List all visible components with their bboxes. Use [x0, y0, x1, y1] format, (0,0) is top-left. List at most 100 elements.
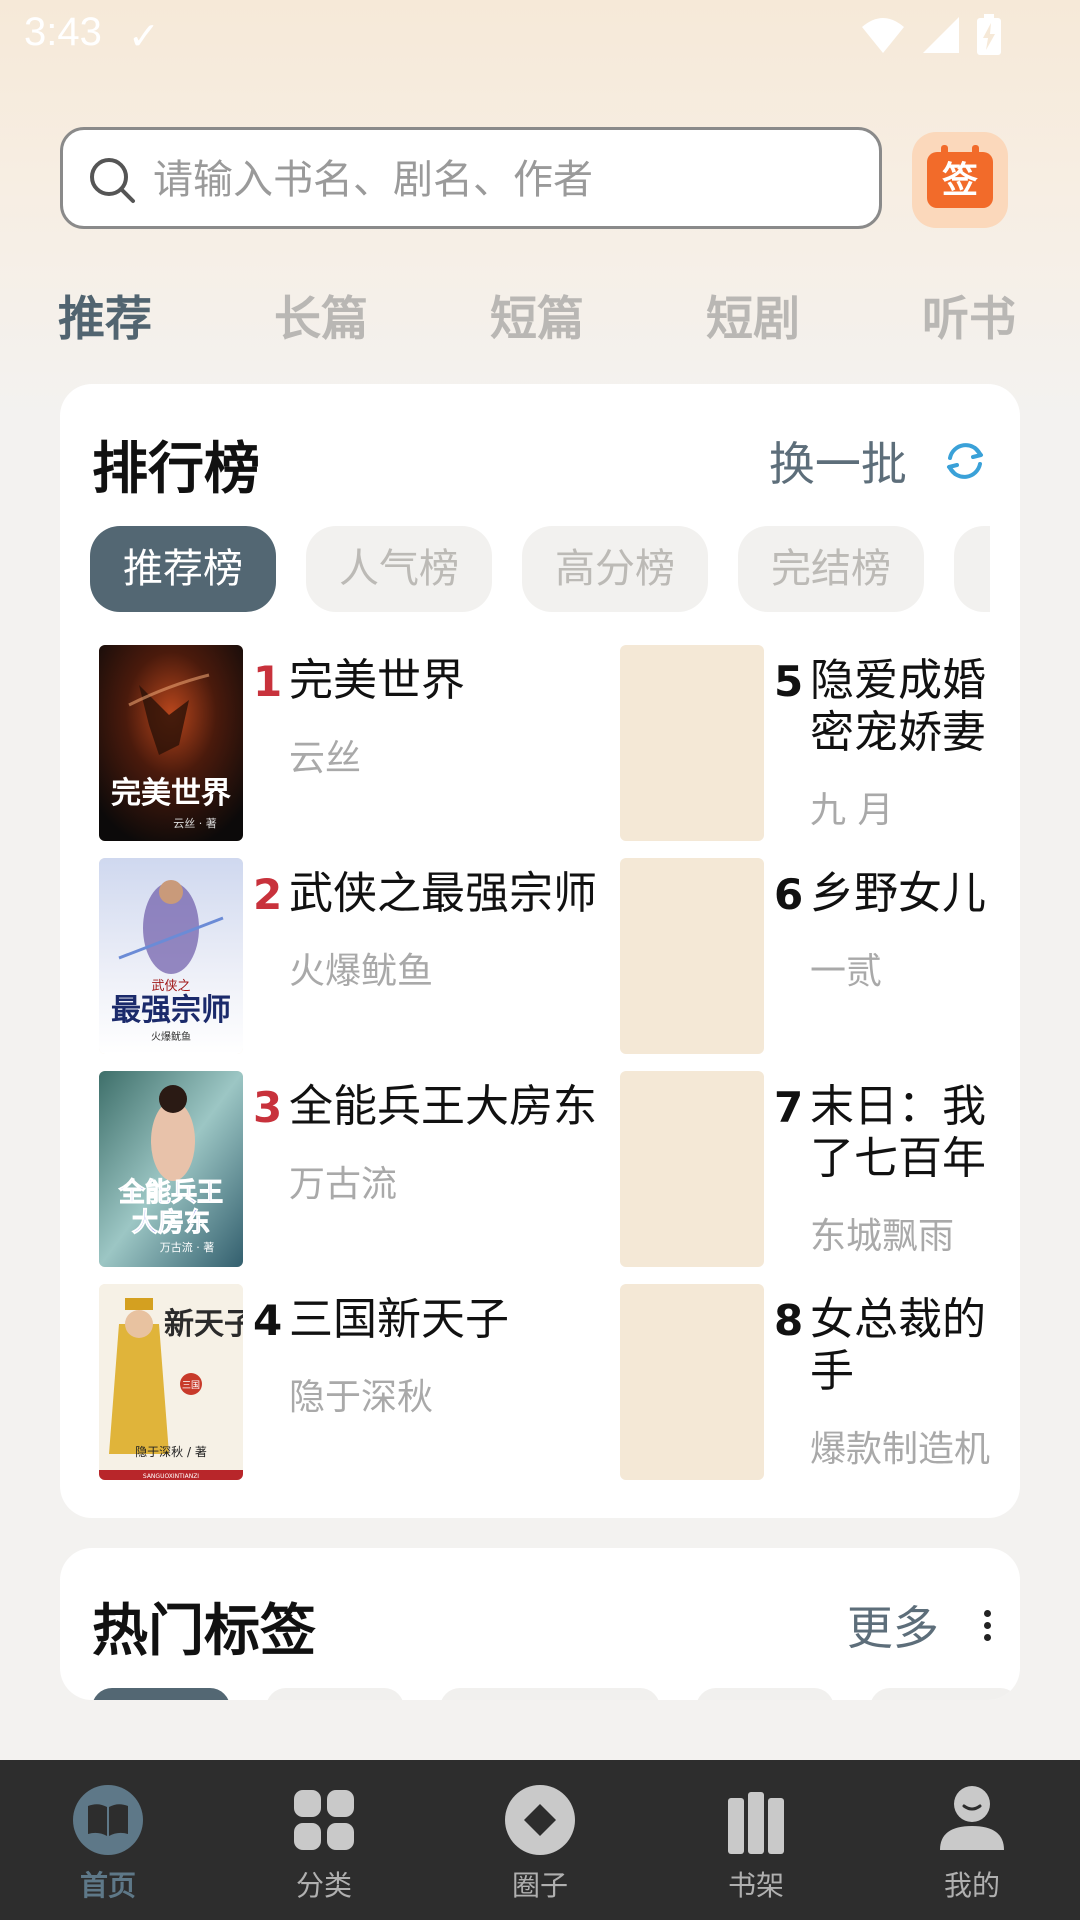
status-time: 3:43 [24, 10, 102, 54]
book-title: 隐爱成婚 密宠娇妻 [810, 655, 986, 758]
refresh-icon [947, 443, 983, 479]
hot-tags-title: 热门标签 [92, 1599, 316, 1664]
rank-number: 6 [774, 870, 804, 919]
tab-recommend[interactable]: 推荐 [58, 280, 152, 349]
cover-title: 最强宗师 [111, 993, 231, 1028]
calendar-checkin-icon: 签 [927, 145, 993, 208]
book-author: 云丝 [289, 738, 362, 779]
nav-profile[interactable]: 我的 [902, 1760, 1042, 1920]
ranking-book-6[interactable]: 6 乡野女儿 一贰 [620, 858, 1040, 1054]
cover-author: 火爆鱿鱼 [151, 1030, 191, 1043]
tag-chip[interactable] [92, 1688, 230, 1700]
cover-title-line2: 大房东 [132, 1207, 210, 1238]
channel-tabs: 推荐 长篇 短篇 短剧 听书 [0, 280, 1080, 350]
book-author: 一贰 [810, 951, 883, 992]
cover-author: 万古流 · 著 [160, 1240, 215, 1254]
rank-number: 3 [253, 1083, 283, 1132]
tab-short[interactable]: 短篇 [490, 280, 584, 349]
ranking-book-4[interactable]: 新天子 三国 隐于深秋 / 著 SANGUOXINTIANZI 4 三国新天子 … [99, 1284, 519, 1480]
search-input[interactable] [151, 148, 855, 212]
rank-number: 2 [253, 870, 283, 919]
book-cover-placeholder [620, 858, 764, 1054]
refresh-label: 换一批 [768, 437, 907, 491]
book-cover: 新天子 三国 隐于深秋 / 著 SANGUOXINTIANZI [99, 1284, 243, 1480]
ranking-book-2[interactable]: 武侠之 最强宗师 火爆鱿鱼 2 武侠之最强宗师 火爆鱿鱼 [99, 858, 597, 1054]
rank-number: 5 [774, 657, 804, 706]
tag-chip[interactable] [870, 1688, 1020, 1700]
book-cover: 武侠之 最强宗师 火爆鱿鱼 [99, 858, 243, 1054]
checkin-button[interactable]: 签 [912, 132, 1008, 228]
nav-label: 首页 [79, 1869, 136, 1902]
search-box[interactable] [60, 127, 882, 229]
book-title: 完美世界 [289, 655, 465, 706]
nav-label: 我的 [943, 1869, 1000, 1902]
rank-tab-top-rated[interactable]: 高分榜 [522, 526, 708, 612]
rank-number: 8 [774, 1296, 804, 1345]
tab-audiobook[interactable]: 听书 [922, 280, 1016, 349]
bottom-navigation: 首页 分类 圈子 书架 我的 [0, 1760, 1080, 1920]
ranking-book-3[interactable]: 全能兵王 大房东 万古流 · 著 3 全能兵王大房东 万古流 [99, 1071, 597, 1267]
hot-tags-card: 热门标签 更多 [60, 1548, 1020, 1700]
ranking-card: 排行榜 换一批 推荐榜 人气榜 高分榜 完结榜 完美世界 云丝 · 著 1 完美… [60, 384, 1020, 1518]
tag-chip[interactable] [696, 1688, 834, 1700]
tag-chip[interactable] [440, 1688, 660, 1700]
person-icon [940, 1786, 1004, 1850]
book-cover: 完美世界 云丝 · 著 [99, 645, 243, 841]
book-author: 爆款制造机 [810, 1429, 991, 1470]
book-title: 全能兵王大房东 [289, 1081, 597, 1132]
circle-icon [505, 1785, 575, 1855]
signal-icon [922, 17, 959, 53]
cover-seal: 三国 [182, 1380, 200, 1391]
more-vertical-icon [984, 1605, 992, 1646]
book-title: 三国新天子 [289, 1294, 509, 1345]
ranking-book-7[interactable]: 7 末日：我 了七百年 东城飘雨 [620, 1071, 1040, 1267]
nav-label: 圈子 [511, 1869, 568, 1902]
book-cover-placeholder [620, 1071, 764, 1267]
book-open-icon [73, 1785, 143, 1855]
tab-short-drama[interactable]: 短剧 [706, 280, 800, 349]
cover-title: 完美世界 [111, 776, 231, 811]
rank-tab-recommend[interactable]: 推荐榜 [90, 526, 276, 612]
book-author: 隐于深秋 [289, 1377, 434, 1418]
rank-number: 4 [253, 1296, 283, 1345]
book-title: 末日：我 了七百年 [810, 1081, 986, 1184]
cover-author: 云丝 · 著 [173, 816, 217, 830]
status-icons [850, 14, 1002, 56]
nav-label: 书架 [727, 1869, 784, 1902]
more-button[interactable]: 更多 [846, 1592, 992, 1655]
book-cover: 全能兵王 大房东 万古流 · 著 [99, 1071, 243, 1267]
rank-tab-popular[interactable]: 人气榜 [306, 526, 492, 612]
rank-tab-completed[interactable]: 完结榜 [738, 526, 924, 612]
rank-number: 7 [774, 1083, 804, 1132]
ranking-tabs: 推荐榜 人气榜 高分榜 完结榜 [90, 526, 990, 616]
nav-bookshelf[interactable]: 书架 [686, 1760, 826, 1920]
ranking-book-1[interactable]: 完美世界 云丝 · 著 1 完美世界 云丝 [99, 645, 519, 841]
book-title: 乡野女儿 [810, 868, 986, 919]
rank-number: 1 [253, 657, 283, 706]
wifi-icon [861, 18, 904, 53]
book-author: 九 月 [810, 790, 894, 831]
cover-top: 武侠之 [151, 979, 190, 994]
ranking-book-8[interactable]: 8 女总裁的 手 爆款制造机 [620, 1284, 1040, 1480]
book-cover-placeholder [620, 1284, 764, 1480]
ranking-book-5[interactable]: 5 隐爱成婚 密宠娇妻 九 月 [620, 645, 1040, 841]
tag-chip[interactable] [266, 1688, 404, 1700]
battery-charging-icon [977, 14, 1001, 55]
nav-home[interactable]: 首页 [38, 1760, 178, 1920]
book-title: 女总裁的 手 [810, 1294, 986, 1397]
rank-tab-more[interactable] [954, 526, 990, 612]
cover-footer: SANGUOXINTIANZI [143, 1473, 199, 1480]
nav-category[interactable]: 分类 [254, 1760, 394, 1920]
search-icon [90, 158, 135, 203]
ranking-title: 排行榜 [92, 437, 260, 502]
grid-icon [294, 1790, 354, 1850]
book-author: 东城飘雨 [810, 1216, 955, 1257]
check-icon: ✓ [128, 14, 160, 58]
status-bar: 3:43 ✓ [0, 0, 1080, 70]
cover-author: 隐于深秋 / 著 [135, 1445, 207, 1459]
refresh-button[interactable]: 换一批 [768, 428, 988, 491]
tab-long[interactable]: 长篇 [274, 280, 368, 349]
nav-circle[interactable]: 圈子 [470, 1760, 610, 1920]
more-label: 更多 [846, 1601, 939, 1655]
bookshelf-icon [728, 1792, 784, 1854]
